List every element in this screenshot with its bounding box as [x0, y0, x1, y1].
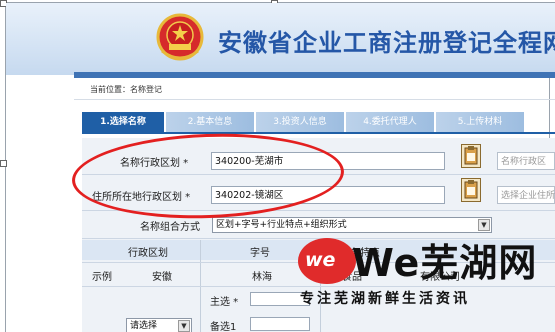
name-combo-label: 名称组合方式 — [140, 222, 200, 233]
clipboard-icon[interactable] — [461, 178, 481, 202]
name-combo-select[interactable]: 区划+字号+行业特点+组织形式 ▼ — [212, 217, 492, 233]
watermark-badge: we — [305, 249, 336, 271]
step-tabs: 1.选择名称 2.基本信息 3.投资人信息 4.委托代理人 5.上传材料 — [82, 112, 555, 132]
breadcrumb: 当前位置：名称登记 — [90, 85, 162, 94]
address-region-hint[interactable]: 选择企业住所 — [497, 186, 555, 204]
example-region: 安徽 — [152, 272, 172, 283]
main-choice-label: 主选 * — [210, 297, 239, 308]
tab-underline — [82, 132, 555, 134]
column-header-brand: 字号 — [250, 248, 270, 259]
tab-basic-info[interactable]: 2.基本信息 — [166, 112, 254, 132]
name-region-hint[interactable]: 名称行政区 — [497, 152, 555, 170]
watermark-slogan: 专注芜湖新鲜生活资讯 — [300, 291, 470, 307]
tab-upload[interactable]: 5.上传材料 — [436, 112, 524, 132]
backup-input[interactable] — [250, 317, 310, 331]
site-header: 安徽省企业工商注册登记全程网 — [6, 3, 555, 75]
backup-label: 备选1 — [210, 322, 237, 332]
divider — [74, 99, 555, 100]
watermark-brand: We芜湖网 — [352, 241, 538, 285]
region-select[interactable]: 请选择 ▼ — [126, 318, 192, 332]
document-frame: 安徽省企业工商注册登记全程网 当前位置：名称登记 1.选择名称 2.基本信息 3… — [0, 0, 555, 332]
chevron-down-icon[interactable]: ▼ — [478, 219, 490, 231]
header-bar — [74, 72, 555, 78]
tab-agent[interactable]: 4.委托代理人 — [346, 112, 434, 132]
column-header-region: 行政区划 — [128, 248, 168, 259]
name-combo-value: 区划+字号+行业特点+组织形式 — [216, 220, 347, 230]
example-brand: 林海 — [252, 272, 272, 283]
example-label: 示例 — [92, 272, 112, 283]
tab-select-name[interactable]: 1.选择名称 — [82, 112, 164, 132]
tab-investor-info[interactable]: 3.投资人信息 — [256, 112, 344, 132]
national-emblem-icon — [156, 13, 204, 61]
clipboard-icon[interactable] — [461, 144, 481, 168]
resize-handle[interactable] — [0, 160, 7, 167]
chevron-down-icon[interactable]: ▼ — [178, 320, 190, 332]
region-select-value: 请选择 — [130, 321, 158, 331]
site-title: 安徽省企业工商注册登记全程网 — [218, 28, 555, 57]
